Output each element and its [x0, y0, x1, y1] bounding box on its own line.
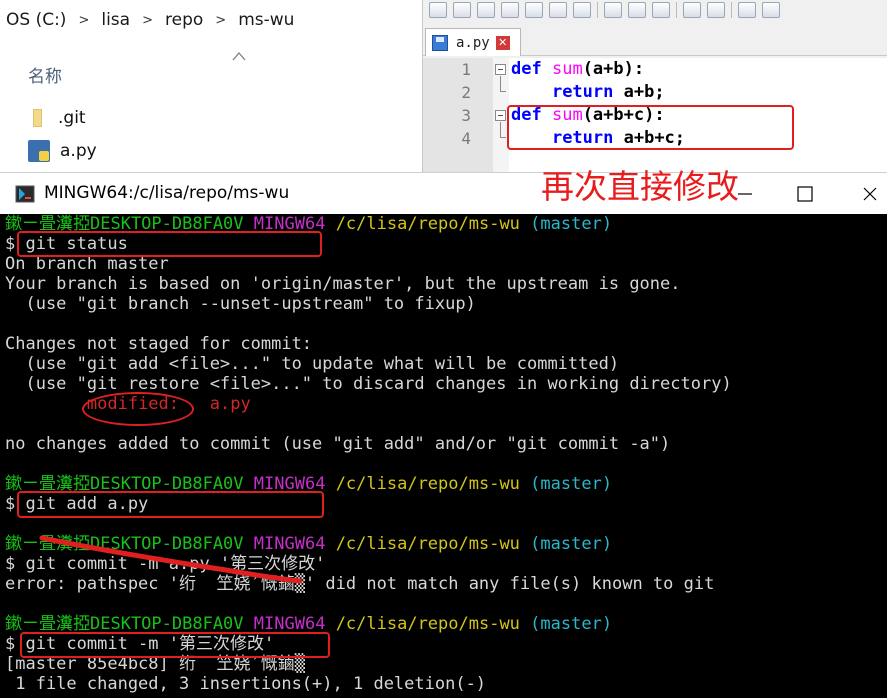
python-file-icon	[28, 140, 50, 162]
toolbar	[423, 0, 887, 20]
folder-icon	[28, 107, 46, 129]
new-file-icon[interactable]	[429, 2, 447, 18]
save-icon[interactable]	[477, 2, 495, 18]
annotation-box-code	[507, 105, 794, 150]
undo-icon[interactable]	[683, 2, 701, 18]
column-header-name[interactable]: 名称	[28, 62, 62, 87]
replace-icon[interactable]	[762, 2, 780, 18]
annotation-ellipse-modified	[82, 392, 194, 426]
window-titlebar[interactable]: MINGW64:/c/lisa/repo/ms-wu	[0, 172, 887, 214]
file-row-a-py[interactable]: a.py	[28, 136, 97, 166]
line-number-gutter: 1 2 3 4	[423, 58, 493, 172]
file-explorer-pane: OS (C:) > lisa > repo > ms-wu 名称 .git a.…	[0, 0, 422, 172]
output-line: Your branch is based on 'origin/master',…	[5, 274, 681, 294]
fold-toggle-icon[interactable]	[495, 110, 506, 121]
tab-label: a.py	[456, 34, 490, 51]
line-number: 1	[461, 60, 471, 79]
output-line: 1 file changed, 3 insertions(+), 1 delet…	[5, 674, 487, 694]
close-all-icon[interactable]	[549, 2, 567, 18]
chevron-right-icon[interactable]: >	[142, 13, 153, 28]
file-row-git[interactable]: .git	[28, 103, 86, 133]
cut-icon[interactable]	[604, 2, 622, 18]
save-all-icon[interactable]	[501, 2, 519, 18]
output-line: On branch master	[5, 254, 169, 274]
paste-icon[interactable]	[652, 2, 670, 18]
fold-guide	[500, 91, 506, 92]
breadcrumb-lisa[interactable]: lisa	[101, 10, 130, 30]
find-icon[interactable]	[738, 2, 756, 18]
chevron-right-icon[interactable]: >	[78, 13, 89, 28]
terminal-output[interactable]: 鏉ㄧ畳瀵掗DESKTOP-DB8FA0V MINGW64 /c/lisa/rep…	[0, 214, 887, 698]
breadcrumb-drive[interactable]: OS (C:)	[6, 10, 66, 30]
annotation-text: 再次直接修改	[541, 167, 739, 206]
code-line-2: return a+b;	[551, 82, 665, 102]
output-line: (use "git branch --unset-upstream" to fi…	[5, 294, 476, 314]
tab-a-py[interactable]: a.py ✕	[425, 28, 521, 56]
redo-icon[interactable]	[707, 2, 725, 18]
fold-guide	[500, 122, 501, 137]
copy-icon[interactable]	[628, 2, 646, 18]
toolbar-divider	[676, 2, 677, 18]
output-line: (use "git restore <file>..." to discard …	[5, 374, 732, 394]
line-number: 3	[461, 106, 471, 125]
toolbar-divider	[731, 2, 732, 18]
save-icon	[432, 34, 448, 51]
window-title: MINGW64:/c/lisa/repo/ms-wu	[44, 183, 290, 203]
mingw-app-icon	[15, 185, 35, 203]
fold-toggle-icon[interactable]	[495, 64, 506, 75]
output-line: Changes not staged for commit:	[5, 334, 313, 354]
code-line-1: def sum(a+b):	[511, 59, 645, 79]
command-line: $ git commit -m a.py '第三次修改'	[5, 554, 326, 574]
output-line: no changes added to commit (use "git add…	[5, 434, 671, 454]
annotation-box-git-commit	[20, 632, 330, 658]
close-icon[interactable]	[855, 179, 885, 209]
file-name: .git	[58, 108, 86, 128]
error-line: error: pathspec '绗 笁娆′慨鏀▒' did not match…	[5, 574, 715, 594]
annotation-box-git-add	[17, 491, 324, 518]
fold-guide	[500, 76, 501, 91]
breadcrumb-repo[interactable]: repo	[165, 10, 203, 30]
line-number: 2	[461, 83, 471, 102]
output-line: (use "git add <file>..." to update what …	[5, 354, 620, 374]
sort-up-icon	[232, 52, 246, 61]
line-number: 4	[461, 129, 471, 148]
close-icon[interactable]: ✕	[495, 35, 510, 50]
tab-bar: a.py ✕	[423, 24, 887, 56]
breadcrumb-ms-wu[interactable]: ms-wu	[238, 10, 294, 30]
annotation-box-git-status	[17, 231, 322, 257]
toolbar-divider	[597, 2, 598, 18]
chevron-right-icon[interactable]: >	[215, 13, 226, 28]
breadcrumb: OS (C:) > lisa > repo > ms-wu	[0, 0, 422, 40]
open-folder-icon[interactable]	[453, 2, 471, 18]
prompt-line: 鏉ㄧ畳瀵掗DESKTOP-DB8FA0V MINGW64 /c/lisa/rep…	[5, 614, 613, 634]
file-name: a.py	[60, 141, 97, 161]
maximize-icon[interactable]	[790, 179, 820, 209]
print-icon[interactable]	[573, 2, 591, 18]
prompt-line: 鏉ㄧ畳瀵掗DESKTOP-DB8FA0V MINGW64 /c/lisa/rep…	[5, 534, 613, 554]
close-file-icon[interactable]	[525, 2, 543, 18]
fold-guide	[500, 137, 506, 138]
